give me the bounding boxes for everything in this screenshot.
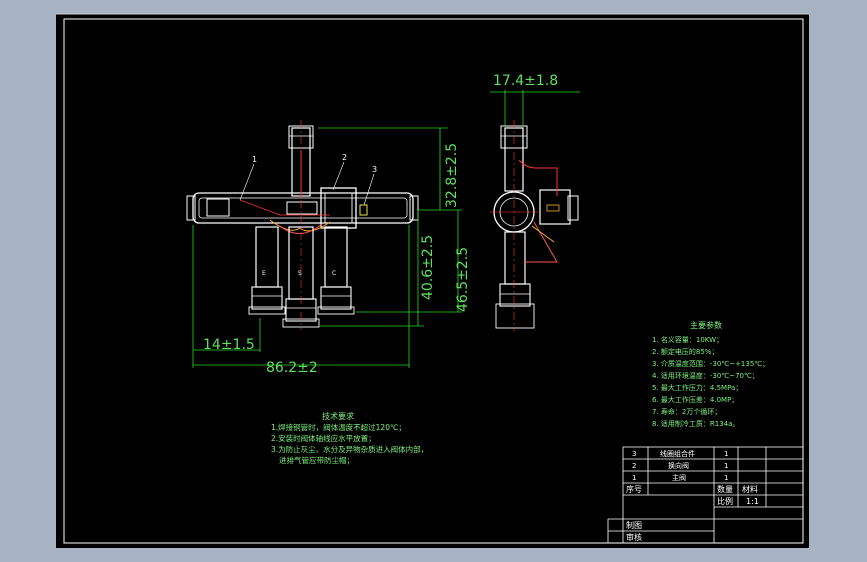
scale-value: 1:1: [746, 497, 759, 506]
part-row-1-qty: 1: [724, 474, 728, 482]
tech-req-line-3: 3.为防止灰尘、水分及异物杂质进入阀体内部，: [271, 444, 428, 454]
part-label-1: 1: [252, 155, 257, 164]
main-params-line-3: 3. 介质温度范围：-30℃~+135℃；: [652, 359, 769, 368]
part-row-3-name: 线圈组合件: [660, 449, 695, 458]
part-row-2-qty: 1: [724, 462, 728, 470]
drawn-label: 制图: [626, 520, 642, 530]
port-label-c: C: [332, 270, 336, 277]
dim-upper-height: 32.8±2.5: [444, 143, 460, 208]
checked-label: 审核: [626, 532, 642, 542]
dim-offset: 14±1.5: [203, 337, 255, 353]
part-row-2-no: 2: [632, 462, 636, 470]
tech-req-line-1: 1.焊接铜管时，阀体温度不超过120℃；: [271, 422, 406, 432]
tech-req-line-4: 进排气管应带防尘帽；: [279, 455, 354, 465]
main-params-line-5: 5. 最大工作压力：4.5MPa；: [652, 383, 742, 392]
part-row-1-name: 主阀: [672, 473, 686, 482]
part-row-3-no: 3: [632, 450, 636, 458]
dim-mid-height: 40.6±2.5: [420, 235, 436, 300]
main-params-line-8: 8. 适用制冷工质：R134a。: [652, 419, 739, 428]
part-label-3: 3: [372, 165, 377, 174]
part-row-1-no: 1: [632, 474, 636, 482]
main-params-line-7: 7. 寿命：2万个循环；: [652, 407, 721, 416]
dim-lower-height: 46.5±2.5: [455, 247, 471, 312]
main-params-line-4: 4. 适用环境温度：-30℃~70℃；: [652, 371, 759, 380]
main-params-line-6: 6. 最大工作压差：4.0MP；: [652, 395, 738, 404]
tech-req-line-2: 2.安装时阀体轴线应水平放置；: [271, 433, 376, 443]
part-label-2: 2: [342, 153, 347, 162]
main-params-line-1: 1. 名义容量：10KW；: [652, 335, 723, 344]
header-material: 材料: [742, 484, 758, 494]
port-label-s: S: [298, 270, 302, 277]
header-no: 序号: [626, 484, 642, 494]
main-params-line-2: 2. 额定电压的85%；: [652, 347, 718, 356]
dim-top-width: 17.4±1.8: [493, 73, 558, 89]
tech-req-title: 技术要求: [322, 411, 354, 421]
main-params-title: 主要参数: [690, 320, 722, 330]
scale-label: 比例: [717, 496, 733, 506]
part-row-3-qty: 1: [724, 450, 728, 458]
header-qty: 数量: [717, 484, 733, 494]
port-label-e: E: [262, 270, 266, 277]
dim-overall-width: 86.2±2: [266, 360, 318, 376]
cad-drawing-canvas: 1 2 3 E S C 14±1.5 86.2±2 32.8±2.5 40.6±…: [56, 13, 809, 548]
part-row-2-name: 换向阀: [668, 461, 689, 470]
